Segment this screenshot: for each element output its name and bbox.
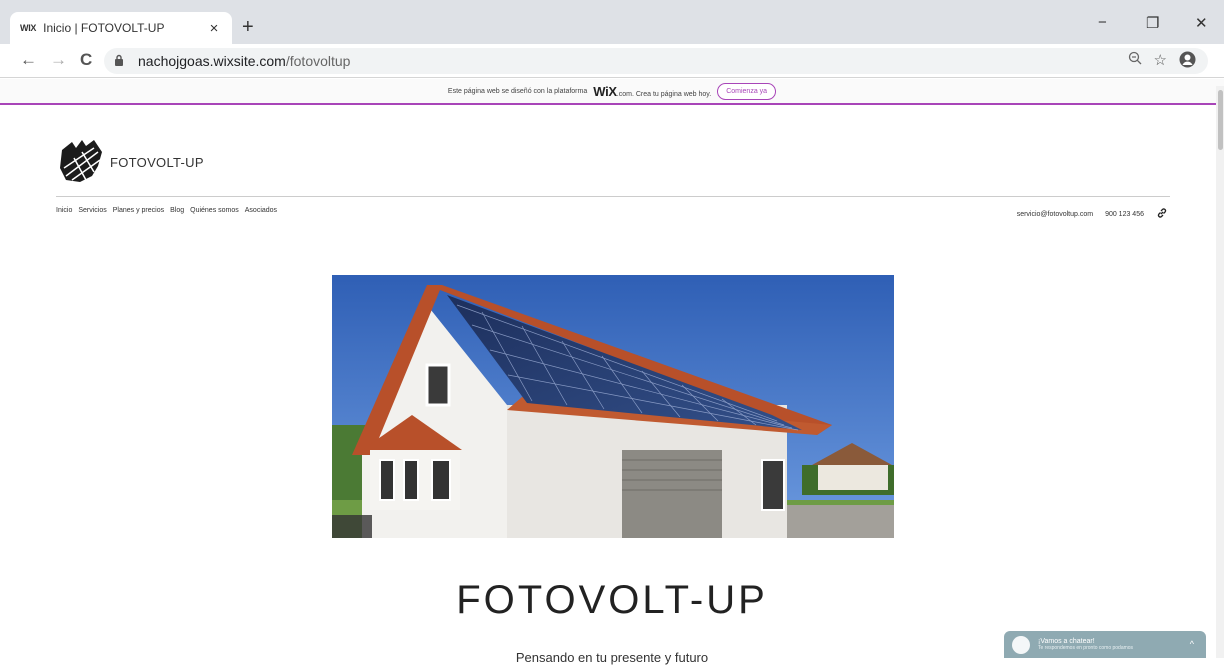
restore-icon[interactable]: ❐ xyxy=(1146,14,1159,32)
page-scrollbar[interactable] xyxy=(1216,86,1224,658)
wix-favicon-icon: WIX xyxy=(20,23,37,33)
browser-tabstrip: WIX Inicio | FOTOVOLT-UP × + − ❐ ✕ xyxy=(0,0,1224,44)
bookmark-star-icon[interactable]: ☆ xyxy=(1154,51,1167,72)
forward-icon[interactable]: → xyxy=(50,50,67,70)
menu-dots-icon[interactable]: ⋮ xyxy=(1219,48,1224,68)
header-contact: servicio@fotovoltup.com 900 123 456 xyxy=(1017,207,1168,222)
brand-logo-icon xyxy=(56,136,104,189)
chevron-up-icon[interactable]: ^ xyxy=(1190,639,1194,649)
site-brand[interactable]: FOTOVOLT-UP xyxy=(56,136,204,189)
hero-image xyxy=(332,275,894,538)
wix-banner-text: Este página web se diseñó con la platafo… xyxy=(447,87,588,95)
link-icon[interactable] xyxy=(1156,207,1168,222)
contact-phone: 900 123 456 xyxy=(1105,211,1144,218)
wix-banner: Este página web se diseñó con la platafo… xyxy=(0,79,1224,105)
hero-title: FOTOVOLT-UP xyxy=(456,578,768,622)
back-icon[interactable]: ← xyxy=(20,50,37,70)
header-divider xyxy=(56,196,1170,197)
nav-item-planes[interactable]: Planes y precios xyxy=(113,207,164,214)
url-host: nachojgoas.wixsite.com xyxy=(138,53,286,69)
address-bar[interactable]: nachojgoas.wixsite.com/fotovoltup ☆ ⋮ xyxy=(104,48,1224,74)
comienza-ya-button[interactable]: Comienza ya xyxy=(717,82,777,100)
reload-icon[interactable]: C xyxy=(80,50,92,70)
nav-item-quienes-somos[interactable]: Quiénes somos xyxy=(190,207,239,214)
contact-email[interactable]: servicio@fotovoltup.com xyxy=(1017,211,1093,218)
chat-widget[interactable]: ¡Vamos a chatear! Te respondemos en pron… xyxy=(1004,631,1206,658)
zoom-icon[interactable] xyxy=(1128,51,1142,72)
tab-title: Inicio | FOTOVOLT-UP xyxy=(43,21,165,35)
tab-close-icon[interactable]: × xyxy=(206,20,222,37)
chat-avatar-icon xyxy=(1012,635,1030,654)
browser-tab[interactable]: WIX Inicio | FOTOVOLT-UP × xyxy=(10,12,232,44)
browser-toolbar: ← → C nachojgoas.wixsite.com/fotovoltup … xyxy=(0,44,1224,78)
nav-item-servicios[interactable]: Servicios xyxy=(78,207,106,214)
close-window-icon[interactable]: ✕ xyxy=(1195,14,1208,32)
wix-logo: WiX xyxy=(593,83,617,99)
lock-icon xyxy=(114,54,130,69)
new-tab-button[interactable]: + xyxy=(242,17,254,37)
site-nav: Inicio Servicios Planes y precios Blog Q… xyxy=(56,207,277,214)
minimize-icon[interactable]: − xyxy=(1098,14,1107,31)
url-path: /fotovoltup xyxy=(285,53,351,69)
brand-name: FOTOVOLT-UP xyxy=(110,155,204,170)
nav-item-blog[interactable]: Blog xyxy=(170,207,184,214)
scrollbar-thumb[interactable] xyxy=(1218,90,1223,150)
chat-subtitle: Te respondemos en pronto como podamos xyxy=(1038,645,1134,651)
url-text: nachojgoas.wixsite.com/fotovoltup xyxy=(138,53,350,69)
wix-banner-text-after: .com. Crea tu página web hoy. xyxy=(616,90,712,98)
nav-item-asociados[interactable]: Asociados xyxy=(245,207,277,214)
nav-item-inicio[interactable]: Inicio xyxy=(56,207,72,214)
profile-icon[interactable] xyxy=(1179,51,1196,72)
chat-title: ¡Vamos a chatear! xyxy=(1038,638,1095,645)
